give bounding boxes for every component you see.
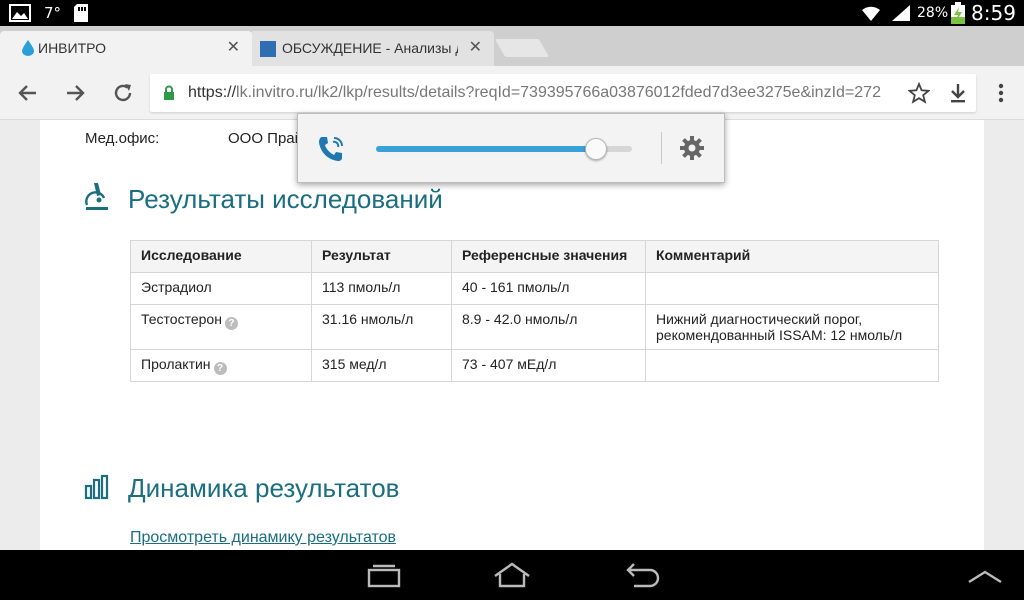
volume-slider-fill — [376, 146, 596, 152]
volume-popup — [297, 113, 725, 183]
secure-lock-icon — [163, 85, 175, 106]
results-table: Исследование Результат Референсные значе… — [130, 240, 939, 382]
volume-divider — [661, 132, 662, 164]
water-drop-favicon-icon — [22, 40, 34, 59]
result-cell: 31.16 нмоль/л — [311, 304, 452, 350]
result-cell: 315 мед/л — [311, 349, 452, 382]
close-tab-icon[interactable]: ✕ — [227, 37, 240, 57]
med-office-label: Мед.офис: — [85, 130, 160, 147]
test-name: Эстрадиол — [141, 279, 212, 295]
back-arrow-icon — [18, 85, 36, 101]
chevron-up-icon — [968, 570, 1002, 584]
browser-toolbar: https://lk.invitro.ru/lk2/lkp/results/de… — [0, 66, 1024, 120]
result-cell: 113 пмоль/л — [311, 272, 452, 305]
settings-gear-icon[interactable] — [678, 134, 706, 167]
battery-charging-icon — [950, 0, 966, 26]
test-name-cell: Тестостерон? — [130, 304, 312, 350]
reload-icon — [114, 84, 132, 102]
tab-title: ОБСУЖДЕНИЕ - Анализы д — [282, 40, 458, 56]
home-icon — [494, 562, 530, 588]
dynamics-section-title: Динамика результатов — [128, 473, 400, 503]
url-scheme: https:// — [188, 84, 237, 101]
med-office-value: ООО Прай — [228, 130, 304, 147]
column-header-result: Результат — [311, 240, 452, 273]
test-name: Тестостерон — [141, 311, 222, 327]
recent-apps-icon — [367, 564, 401, 588]
volume-slider-thumb[interactable] — [585, 138, 607, 160]
reload-button[interactable] — [110, 80, 136, 106]
download-icon[interactable] — [948, 82, 968, 109]
comment-cell — [645, 349, 939, 382]
url-text[interactable]: https://lk.invitro.ru/lk2/lkp/results/de… — [188, 84, 900, 102]
bar-chart-icon — [84, 474, 112, 505]
battery-percent-text: 28% — [917, 5, 949, 21]
address-bar[interactable]: https://lk.invitro.ru/lk2/lkp/results/de… — [150, 74, 976, 112]
results-section-title: Результаты исследований — [128, 184, 443, 214]
bookmark-star-icon[interactable] — [907, 81, 931, 109]
home-button[interactable] — [490, 560, 534, 592]
menu-button[interactable] — [993, 80, 1019, 106]
table-row: Эстрадиол 113 пмоль/л 40 - 161 пмоль/л — [130, 272, 939, 305]
comment-cell — [645, 272, 939, 305]
forward-button[interactable] — [62, 80, 88, 106]
results-page: Мед.офис: ООО Прай Результаты исследован… — [40, 120, 984, 550]
view-dynamics-link[interactable]: Просмотреть динамику результатов — [130, 529, 396, 547]
reference-cell: 40 - 161 пмоль/л — [451, 272, 646, 305]
back-nav-button[interactable] — [620, 560, 664, 592]
expand-up-button[interactable] — [963, 560, 1007, 592]
table-row: Тестостерон? 31.16 нмоль/л 8.9 - 42.0 нм… — [130, 304, 939, 350]
test-name-cell: Пролактин? — [130, 349, 312, 382]
system-navigation-bar — [0, 550, 1024, 600]
tab-strip: ОБСУЖДЕНИЕ - Анализы д ✕ ИНВИТРО ✕ — [0, 26, 1024, 66]
table-header-row: Исследование Результат Референсные значе… — [130, 240, 939, 273]
back-nav-icon — [626, 563, 660, 588]
recent-apps-button[interactable] — [362, 560, 406, 592]
phone-ringer-icon — [316, 134, 346, 169]
url-path: lk.invitro.ru/lk2/lkp/results/details?re… — [236, 84, 881, 101]
page-viewport: Мед.офис: ООО Прай Результаты исследован… — [0, 120, 1024, 550]
comment-cell: Нижний диагностический порог, рекомендов… — [645, 304, 939, 350]
sd-card-icon — [73, 0, 89, 26]
tab-discussion[interactable]: ОБСУЖДЕНИЕ - Анализы д ✕ — [250, 31, 494, 66]
status-bar: 7° 28% 8:59 — [0, 0, 1024, 26]
temperature-text: 7° — [44, 4, 62, 22]
gallery-notification-icon — [9, 0, 31, 26]
microscope-icon — [84, 181, 112, 218]
new-tab-button[interactable] — [494, 39, 550, 57]
site-favicon-icon — [260, 41, 276, 57]
wifi-icon — [860, 0, 882, 26]
clock-text: 8:59 — [971, 1, 1016, 25]
test-name-cell: Эстрадиол — [130, 272, 312, 305]
test-name: Пролактин — [141, 356, 211, 372]
tab-invitro[interactable]: ИНВИТРО ✕ — [0, 31, 252, 66]
column-header-reference: Референсные значения — [451, 240, 646, 273]
table-row: Пролактин? 315 мед/л 73 - 407 мЕд/л — [130, 349, 939, 382]
signal-icon — [890, 0, 912, 26]
help-question-icon[interactable]: ? — [224, 317, 238, 330]
tab-title: ИНВИТРО — [38, 40, 107, 56]
help-question-icon[interactable]: ? — [213, 362, 227, 375]
forward-arrow-icon — [67, 85, 85, 101]
reference-cell: 73 - 407 мЕд/л — [451, 349, 646, 382]
overflow-menu-icon — [998, 83, 1004, 103]
back-button[interactable] — [15, 80, 41, 106]
reference-cell: 8.9 - 42.0 нмоль/л — [451, 304, 646, 350]
column-header-test: Исследование — [130, 240, 312, 273]
close-tab-icon[interactable]: ✕ — [469, 37, 482, 57]
column-header-comment: Комментарий — [645, 240, 939, 273]
